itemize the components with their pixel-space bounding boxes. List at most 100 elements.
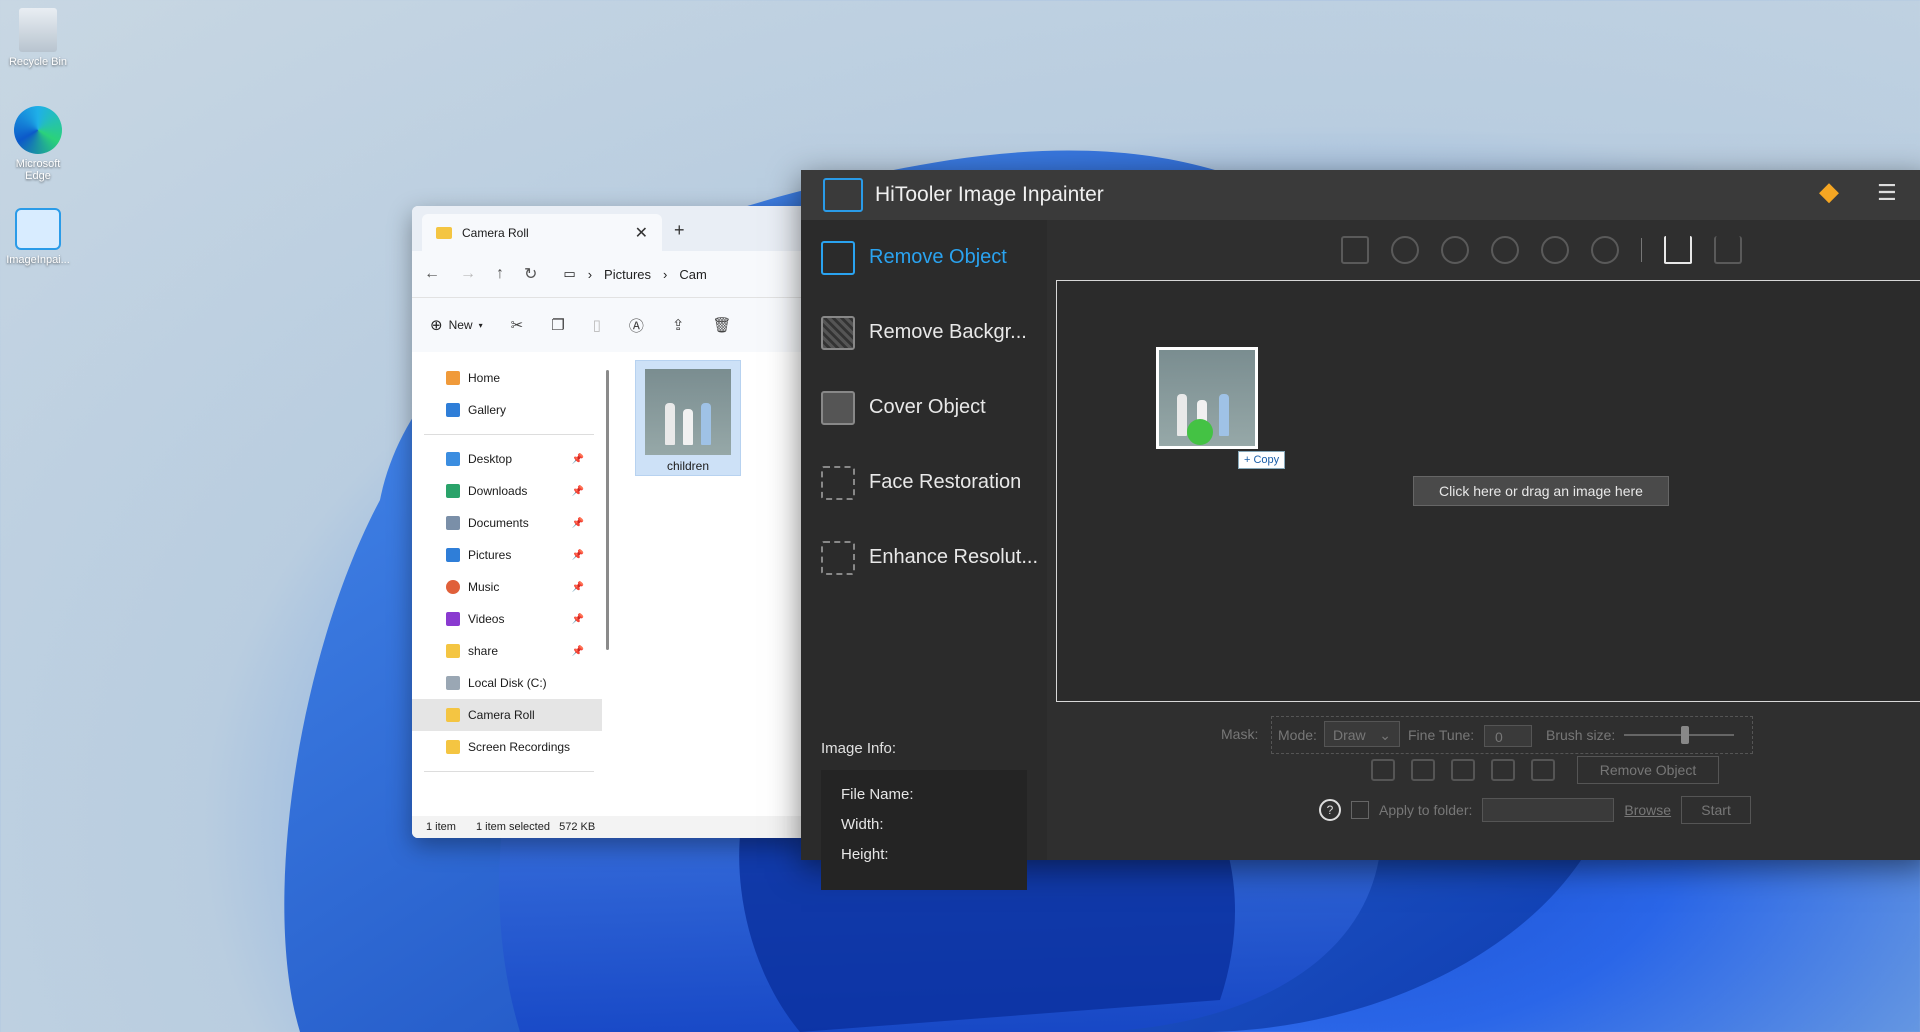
mode-select[interactable]: Draw ⌄ — [1324, 721, 1400, 747]
tab-title: Camera Roll — [462, 225, 529, 240]
file-explorer-window: Camera Roll ✕ + ← → ↑ ↻ ▭ › Pictures › C… — [412, 206, 802, 838]
slider-handle[interactable] — [1680, 726, 1689, 744]
mode-label: Mode: — [1278, 727, 1317, 743]
sidebar-scrollbar[interactable] — [606, 370, 609, 650]
folder-icon — [446, 644, 460, 658]
export-icon[interactable] — [1714, 236, 1742, 264]
sidebar-item-music[interactable]: Music 📌 — [412, 571, 602, 603]
nav-remove-background[interactable]: Remove Backgr... — [801, 295, 1047, 370]
apply-folder-label: Apply to folder: — [1379, 802, 1473, 818]
sidebar-item-camera-roll[interactable]: Camera Roll — [412, 699, 602, 731]
folder-path-input[interactable] — [1482, 798, 1615, 822]
fine-tune-label: Fine Tune: — [1408, 727, 1475, 743]
videos-icon — [446, 612, 460, 626]
nav-cover-object[interactable]: Cover Object — [801, 370, 1047, 445]
explorer-body: Home Gallery Desktop 📌 Downloads 📌 Docum… — [412, 352, 802, 816]
explorer-tab-bar: Camera Roll ✕ + — [412, 206, 802, 251]
premium-gem-icon[interactable]: ◆ — [1819, 176, 1839, 207]
pin-icon: 📌 — [571, 581, 584, 593]
recycle-bin-icon — [19, 8, 57, 52]
info-file-name: File Name: — [841, 786, 914, 803]
rotate-left-icon[interactable] — [1541, 236, 1569, 264]
refresh-icon[interactable]: ↻ — [524, 264, 537, 284]
brush-size-slider[interactable] — [1624, 726, 1734, 744]
sidebar-item-share[interactable]: share 📌 — [412, 635, 602, 667]
breadcrumb-pictures[interactable]: Pictures — [604, 267, 651, 282]
remove-background-icon — [821, 315, 855, 350]
image-inpainter-icon — [15, 208, 61, 250]
thumbnail-figure — [1177, 394, 1187, 436]
share-icon[interactable]: ⇪ — [672, 316, 685, 334]
delete-icon[interactable]: 🗑 — [713, 316, 732, 334]
hamburger-menu-icon[interactable]: ☰ — [1877, 180, 1897, 206]
sidebar-item-videos[interactable]: Videos 📌 — [412, 603, 602, 635]
compare-icon[interactable] — [1531, 759, 1555, 781]
nav-face-restoration[interactable]: Face Restoration — [801, 445, 1047, 520]
zoom-in-icon[interactable] — [1441, 236, 1469, 264]
desktop-icon-recycle-bin[interactable]: Recycle Bin — [2, 8, 74, 68]
back-arrow-icon[interactable]: ← — [424, 265, 440, 283]
drop-image-button[interactable]: Click here or drag an image here — [1413, 476, 1669, 506]
image-canvas[interactable]: Click here or drag an image here + Copy — [1056, 280, 1920, 702]
help-icon[interactable]: ? — [1319, 799, 1341, 821]
nav-remove-object[interactable]: Remove Object — [801, 220, 1047, 295]
desktop-icon-label: ImageInpai... — [6, 254, 70, 266]
sidebar-item-local-disk[interactable]: Local Disk (C:) — [412, 667, 602, 699]
app-title: HiTooler Image Inpainter — [875, 183, 1104, 206]
pin-icon: 📌 — [571, 645, 584, 657]
sidebar-item-documents[interactable]: Documents 📌 — [412, 507, 602, 539]
copy-icon[interactable]: ❐ — [551, 316, 564, 334]
pin-icon: 📌 — [571, 517, 584, 529]
file-item-children[interactable]: children — [635, 360, 741, 476]
info-height: Height: — [841, 846, 889, 863]
close-tab-icon[interactable]: ✕ — [635, 223, 648, 243]
forward-arrow-icon[interactable]: → — [460, 265, 476, 283]
status-item-count: 1 item — [426, 821, 456, 833]
zoom-out-icon[interactable] — [1491, 236, 1519, 264]
fine-tune-stepper[interactable]: 0 — [1484, 725, 1532, 747]
new-tab-button[interactable]: + — [674, 220, 685, 241]
eraser-icon[interactable] — [1451, 759, 1475, 781]
browse-link[interactable]: Browse — [1624, 802, 1671, 818]
sidebar-item-screen-recordings[interactable]: Screen Recordings — [412, 731, 602, 763]
copy-drop-tooltip: + Copy — [1238, 451, 1286, 469]
redo-icon[interactable] — [1411, 759, 1435, 781]
apply-folder-checkbox[interactable] — [1351, 801, 1369, 819]
plus-circle-icon: ⊕ — [430, 317, 443, 334]
sidebar-item-gallery[interactable]: Gallery — [412, 394, 602, 426]
desktop-icon-image-inpainter[interactable]: ImageInpai... — [2, 208, 74, 266]
sidebar-item-pictures[interactable]: Pictures 📌 — [412, 539, 602, 571]
mask-label: Mask: — [1221, 726, 1259, 742]
explorer-tab-camera-roll[interactable]: Camera Roll ✕ — [422, 214, 662, 251]
start-button[interactable]: Start — [1681, 796, 1752, 824]
fit-screen-icon[interactable] — [1341, 236, 1369, 264]
up-arrow-icon[interactable]: ↑ — [496, 265, 504, 283]
undo-icon[interactable] — [1371, 759, 1395, 781]
thumbnail-figure — [665, 403, 675, 445]
remove-object-button[interactable]: Remove Object — [1577, 756, 1719, 784]
clear-mask-icon[interactable] — [1491, 759, 1515, 781]
address-bar[interactable]: ▭ › Pictures › Cam — [563, 266, 706, 282]
download-icon[interactable] — [1664, 236, 1692, 264]
edge-icon — [14, 106, 62, 154]
rename-icon[interactable]: Ⓐ — [629, 315, 644, 336]
breadcrumb-camera-roll[interactable]: Cam — [679, 267, 706, 282]
paste-icon[interactable]: ▯ — [593, 316, 601, 334]
sidebar-item-downloads[interactable]: Downloads 📌 — [412, 475, 602, 507]
desktop-icon — [446, 452, 460, 466]
remove-object-icon — [821, 240, 855, 275]
actual-size-icon[interactable] — [1391, 236, 1419, 264]
explorer-sidebar: Home Gallery Desktop 📌 Downloads 📌 Docum… — [412, 352, 602, 816]
sidebar-item-home[interactable]: Home — [412, 362, 602, 394]
desktop-icon-edge[interactable]: Microsoft Edge — [2, 106, 74, 182]
info-width: Width: — [841, 816, 884, 833]
music-icon — [446, 580, 460, 594]
sidebar-item-desktop[interactable]: Desktop 📌 — [412, 443, 602, 475]
nav-enhance-resolution[interactable]: Enhance Resolut... — [801, 520, 1047, 595]
cut-icon[interactable]: ✂ — [511, 316, 524, 334]
new-button[interactable]: ⊕ New ▾ — [430, 316, 483, 334]
rotate-right-icon[interactable] — [1591, 236, 1619, 264]
documents-icon — [446, 516, 460, 530]
explorer-nav-bar: ← → ↑ ↻ ▭ › Pictures › Cam — [412, 251, 802, 297]
chevron-down-icon: ▾ — [478, 320, 483, 330]
